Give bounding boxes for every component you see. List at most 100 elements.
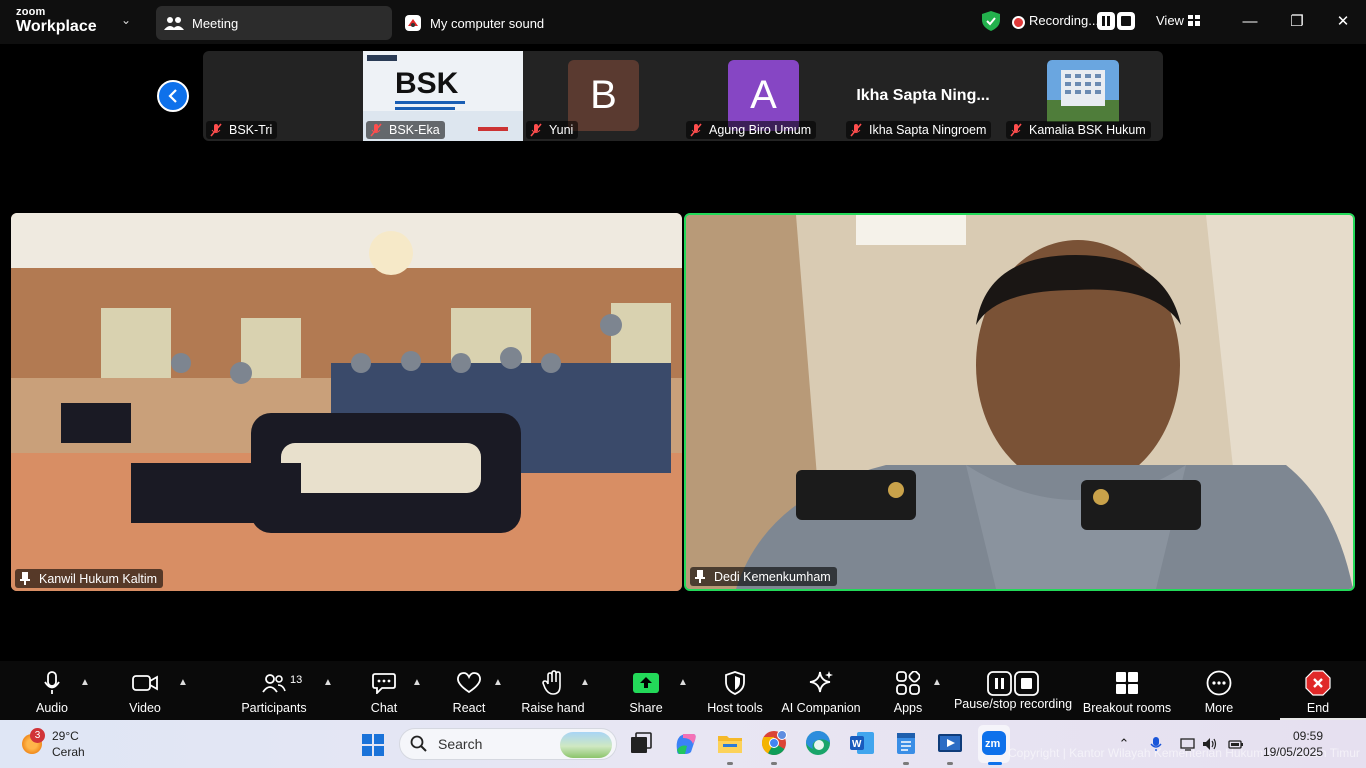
taskbar-search-box[interactable]: Search	[399, 728, 617, 760]
participant-tile[interactable]: A Agung Biro Umum	[683, 51, 843, 141]
microphone-icon	[44, 671, 60, 694]
camera-icon	[132, 675, 158, 691]
more-dots-icon	[1206, 670, 1232, 696]
logo-zoom-text: zoom	[16, 6, 46, 18]
react-options-caret-icon[interactable]: ▲	[493, 677, 503, 688]
chevron-up-icon[interactable]: ⌃	[1116, 736, 1132, 752]
video-tile-kanwil[interactable]: Kanwil Hukum Kaltim	[11, 213, 682, 591]
view-menu-label[interactable]: View	[1156, 13, 1184, 28]
more-button[interactable]: More	[1198, 661, 1240, 720]
breakout-rooms-button[interactable]: Breakout rooms	[1082, 661, 1172, 720]
pause-stop-recording-button[interactable]: Pause/stop recording	[954, 661, 1072, 720]
react-button[interactable]: React	[451, 661, 487, 720]
title-bar: zoom Workplace ⌄ Meeting My computer sou…	[0, 0, 1366, 44]
participant-strip: BSK-Tri BSK BSK-Eka B Yuni A Agung Biro …	[203, 51, 1163, 141]
end-meeting-button[interactable]: End	[1302, 661, 1334, 720]
chevron-down-icon[interactable]: ⌄	[121, 13, 131, 27]
mic-muted-icon	[690, 123, 702, 137]
video-button[interactable]: Video	[126, 661, 164, 720]
meeting-people-icon	[164, 17, 184, 30]
chat-button[interactable]: Chat	[368, 661, 400, 720]
logo-workplace-text: Workplace	[16, 18, 97, 35]
video-options-caret-icon[interactable]: ▲	[178, 677, 188, 688]
active-app-indicator	[988, 762, 1002, 765]
share-options-caret-icon[interactable]: ▲	[678, 677, 688, 688]
heart-icon	[457, 672, 481, 694]
participants-options-caret-icon[interactable]: ▲	[323, 677, 333, 688]
participant-tile[interactable]: BSK BSK-Eka	[363, 51, 523, 141]
breakout-rooms-label: Breakout rooms	[1082, 701, 1172, 715]
windows-taskbar: 3 29°C Cerah Search W zm Copyright | Kan…	[0, 720, 1366, 768]
svg-text:W: W	[852, 739, 862, 750]
raise-hand-options-caret-icon[interactable]: ▲	[580, 677, 590, 688]
end-label: End	[1306, 701, 1330, 715]
volume-icon[interactable]	[1202, 736, 1218, 752]
file-explorer-icon[interactable]	[717, 730, 743, 756]
end-meeting-icon	[1305, 670, 1331, 696]
audio-button[interactable]: Audio	[36, 661, 68, 720]
chat-bubble-icon	[372, 673, 396, 694]
system-clock[interactable]: 09:59 19/05/2025	[1263, 728, 1323, 760]
tab-computer-sound[interactable]: My computer sound	[404, 6, 544, 40]
grid-view-icon[interactable]	[1188, 15, 1200, 26]
tab-meeting[interactable]: Meeting	[156, 6, 392, 40]
mic-muted-icon	[210, 123, 222, 137]
zoom-app-icon[interactable]: zm	[981, 730, 1007, 756]
close-button[interactable]: ✕	[1331, 10, 1355, 32]
apps-label: Apps	[893, 701, 923, 715]
mic-muted-icon	[850, 123, 862, 137]
media-player-icon[interactable]	[937, 730, 963, 756]
react-label: React	[452, 701, 486, 715]
audio-options-caret-icon[interactable]: ▲	[80, 677, 90, 688]
word-icon[interactable]: W	[849, 730, 875, 756]
notepad-icon[interactable]	[893, 730, 919, 756]
mic-muted-icon	[530, 123, 542, 137]
raise-hand-label: Raise hand	[521, 701, 585, 715]
profile-photo-building	[1047, 60, 1119, 122]
participant-tile[interactable]: B Yuni	[523, 51, 683, 141]
microphone-in-use-icon[interactable]	[1148, 736, 1164, 752]
weather-notification-badge: 3	[30, 728, 45, 743]
pause-recording-button[interactable]	[1097, 12, 1115, 30]
windows-start-icon[interactable]	[361, 733, 385, 757]
participant-name: Kamalia BSK Hukum	[1029, 123, 1146, 137]
battery-icon[interactable]	[1228, 736, 1244, 752]
video-tile-dedi[interactable]: Dedi Kemenkumham	[684, 213, 1355, 591]
share-button[interactable]: Share	[628, 661, 664, 720]
participant-tile[interactable]: Ikha Sapta Ning... Ikha Sapta Ningroem	[843, 51, 1003, 141]
display-icon[interactable]	[1180, 736, 1196, 752]
host-shield-icon	[725, 671, 745, 695]
chrome-icon[interactable]	[761, 730, 787, 756]
participant-name-tag: Yuni	[526, 121, 579, 139]
encryption-shield-icon[interactable]	[982, 11, 1000, 31]
edge-icon[interactable]	[805, 730, 831, 756]
chevron-left-icon	[168, 89, 177, 103]
participant-display-name: Ikha Sapta Ning...	[856, 87, 990, 104]
host-tools-button[interactable]: Host tools	[706, 661, 764, 720]
chat-options-caret-icon[interactable]: ▲	[412, 677, 422, 688]
raise-hand-button[interactable]: Raise hand	[521, 661, 585, 720]
apps-options-caret-icon[interactable]: ▲	[932, 677, 942, 688]
task-view-icon[interactable]	[628, 730, 654, 756]
participants-label: Participants	[241, 701, 307, 715]
strip-previous-button[interactable]	[157, 80, 189, 112]
participant-name-tag: Ikha Sapta Ningroem	[846, 121, 992, 139]
participant-tile[interactable]: BSK-Tri	[203, 51, 363, 141]
maximize-button[interactable]: ❐	[1285, 10, 1309, 32]
audio-label: Audio	[36, 701, 68, 715]
participant-tile[interactable]: Kamalia BSK Hukum	[1003, 51, 1163, 141]
avatar: B	[568, 60, 639, 131]
search-placeholder: Search	[438, 736, 483, 752]
running-app-indicator	[727, 762, 733, 765]
zoom-workplace-logo[interactable]: zoom Workplace	[16, 7, 97, 35]
apps-button[interactable]: Apps	[890, 661, 926, 720]
ai-companion-button[interactable]: AI Companion	[780, 661, 862, 720]
stop-recording-button[interactable]	[1117, 12, 1135, 30]
participant-name: BSK-Eka	[389, 123, 440, 137]
stop-icon	[1121, 16, 1131, 26]
participants-button[interactable]: Participants	[240, 661, 308, 720]
speaker-video	[686, 215, 1353, 589]
pin-icon	[695, 570, 705, 583]
minimize-button[interactable]: —	[1238, 10, 1262, 32]
copilot-icon[interactable]	[673, 730, 699, 756]
